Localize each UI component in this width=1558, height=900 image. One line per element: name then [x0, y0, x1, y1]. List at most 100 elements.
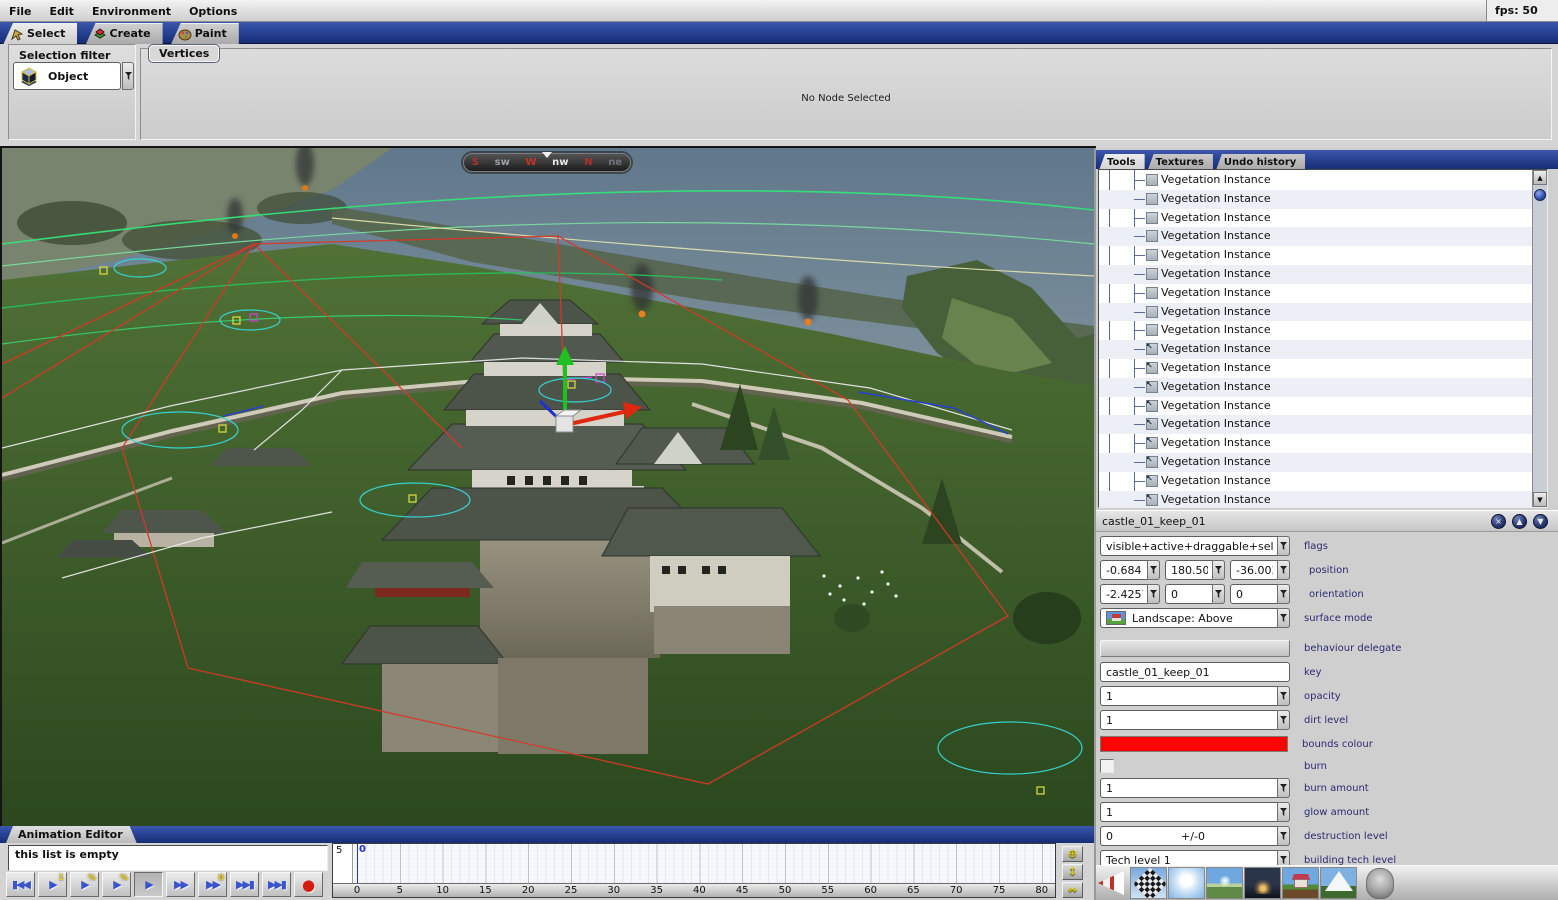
- close-node-button[interactable]: ×: [1491, 514, 1506, 529]
- animation-timeline[interactable]: 5 0 05101520253035404550556065707580: [332, 843, 1056, 898]
- record-button[interactable]: ●: [294, 872, 323, 897]
- tree-item-vegetation-instance[interactable]: Vegetation Instance: [1099, 227, 1532, 246]
- menu-file[interactable]: File: [0, 1, 41, 21]
- flags-dropdown[interactable]: visible+active+draggable+selectable-: [1100, 536, 1290, 556]
- tree-item-vegetation-instance[interactable]: ↖Vegetation Instance: [1099, 491, 1532, 508]
- dropdown-button[interactable]: [1277, 826, 1290, 846]
- tree-item-vegetation-instance[interactable]: Vegetation Instance: [1099, 171, 1532, 190]
- dropdown-button[interactable]: [1277, 686, 1290, 706]
- skip-to-start-button[interactable]: ▮◀◀: [6, 872, 35, 897]
- zoom-horizontal-button[interactable]: ↔: [1062, 882, 1083, 898]
- dropdown-button[interactable]: [1277, 560, 1290, 580]
- viewport-scene[interactable]: [2, 148, 1094, 826]
- play-once-button[interactable]: ▶1: [38, 872, 67, 897]
- compass-heading-bar[interactable]: SswWnwNne: [463, 153, 631, 172]
- tab-paint[interactable]: Paint: [171, 23, 239, 45]
- dropdown-button[interactable]: [1277, 710, 1290, 730]
- scroll-down-button[interactable]: ▼: [1533, 492, 1547, 507]
- menu-edit[interactable]: Edit: [41, 1, 83, 21]
- tree-item-vegetation-instance[interactable]: ↖Vegetation Instance: [1099, 472, 1532, 491]
- dropdown-button[interactable]: [1212, 560, 1225, 580]
- dropdown-button[interactable]: [1277, 584, 1290, 604]
- mountain-forest-thumb[interactable]: [1320, 867, 1357, 899]
- tree-item-vegetation-instance[interactable]: Vegetation Instance: [1099, 265, 1532, 284]
- fast-forward-zero-button[interactable]: ▶▶0: [198, 872, 227, 897]
- glow-amount-dropdown[interactable]: 1: [1100, 802, 1290, 822]
- tree-item-vegetation-instance[interactable]: ↖Vegetation Instance: [1099, 453, 1532, 472]
- menu-options[interactable]: Options: [180, 1, 246, 21]
- play-percent-button[interactable]: ▶%: [70, 872, 99, 897]
- fast-forward-button[interactable]: ▶▶: [166, 872, 195, 897]
- move-down-button[interactable]: ▼: [1533, 514, 1548, 529]
- selection-filter-combo[interactable]: Object: [13, 62, 121, 90]
- tree-item-vegetation-instance[interactable]: Vegetation Instance: [1099, 321, 1532, 340]
- play-button[interactable]: ▶: [134, 872, 163, 897]
- tab-select[interactable]: Select: [3, 23, 77, 45]
- orientation-y-field[interactable]: 0: [1165, 584, 1225, 604]
- field-horizon-thumb[interactable]: [1206, 867, 1243, 899]
- tab-select-label: Select: [27, 27, 65, 40]
- bounds-colour-swatch[interactable]: [1100, 736, 1288, 752]
- move-up-button[interactable]: ▲: [1512, 514, 1527, 529]
- dropdown-button[interactable]: [1277, 778, 1290, 798]
- timeline-cursor[interactable]: [357, 844, 358, 883]
- skip-to-end-2-button[interactable]: ▶▶▮: [262, 872, 291, 897]
- tree-item-vegetation-instance[interactable]: Vegetation Instance: [1099, 190, 1532, 209]
- tree-item-vegetation-instance[interactable]: ↖Vegetation Instance: [1099, 415, 1532, 434]
- glow-amount-value: 1: [1106, 806, 1113, 819]
- dropdown-button[interactable]: [1277, 802, 1290, 822]
- scroll-up-button[interactable]: ▲: [1533, 170, 1547, 185]
- surface-mode-dropdown[interactable]: Landscape: Above: [1100, 608, 1290, 628]
- night-sky-thumb[interactable]: [1244, 867, 1281, 899]
- scroll-thumb[interactable]: [1534, 189, 1546, 201]
- position-z-field[interactable]: -36.003: [1230, 560, 1290, 580]
- sun-sky-thumb[interactable]: [1168, 867, 1205, 899]
- tree-item-vegetation-instance[interactable]: Vegetation Instance: [1099, 303, 1532, 322]
- dropdown-button[interactable]: [1212, 584, 1225, 604]
- house-terrain-thumb[interactable]: [1282, 867, 1319, 899]
- dropdown-button[interactable]: [1147, 584, 1160, 604]
- tab-animation-editor[interactable]: Animation Editor: [6, 826, 137, 843]
- mode-tab-bar: Select Create Paint: [0, 22, 1558, 44]
- tree-item-vegetation-instance[interactable]: ↖Vegetation Instance: [1099, 359, 1532, 378]
- tree-item-vegetation-instance[interactable]: Vegetation Instance: [1099, 246, 1532, 265]
- tree-item-vegetation-instance[interactable]: Vegetation Instance: [1099, 284, 1532, 303]
- dropdown-button[interactable]: [1147, 560, 1160, 580]
- dropdown-button[interactable]: [1277, 536, 1290, 556]
- pan-timeline-button[interactable]: ⊕: [1062, 846, 1083, 862]
- skip-to-end-button[interactable]: ▶▶▮: [230, 872, 259, 897]
- tab-create[interactable]: Create: [86, 23, 163, 45]
- selection-filter-dropdown-button[interactable]: [122, 62, 134, 90]
- tree-item-vegetation-instance[interactable]: ↖Vegetation Instance: [1099, 434, 1532, 453]
- orientation-z-field[interactable]: 0: [1230, 584, 1290, 604]
- position-y-field[interactable]: 180.505: [1165, 560, 1225, 580]
- pointer-arrow-icon[interactable]: [1098, 870, 1124, 896]
- position-x-field[interactable]: -0.684: [1100, 560, 1160, 580]
- tree-item-vegetation-instance[interactable]: ↖Vegetation Instance: [1099, 340, 1532, 359]
- transport-badge: 0: [218, 873, 224, 882]
- destruction-level-dropdown[interactable]: 0 +/-0: [1100, 826, 1290, 846]
- menu-environment[interactable]: Environment: [83, 1, 180, 21]
- burn-amount-dropdown[interactable]: 1: [1100, 778, 1290, 798]
- timeline-grid[interactable]: [353, 844, 1055, 883]
- tree-item-vegetation-instance[interactable]: ↖Vegetation Instance: [1099, 397, 1532, 416]
- checker-sphere-thumb[interactable]: [1130, 867, 1167, 899]
- tree-item-label: Vegetation Instance: [1161, 229, 1271, 242]
- orientation-x-field[interactable]: -2.4257: [1100, 584, 1160, 604]
- behaviour-delegate-button[interactable]: [1100, 640, 1290, 657]
- timeline-ruler[interactable]: 05101520253035404550556065707580: [333, 883, 1055, 897]
- tree-item-vegetation-instance[interactable]: ↖Vegetation Instance: [1099, 378, 1532, 397]
- tree-item-vegetation-instance[interactable]: Vegetation Instance: [1099, 209, 1532, 228]
- vertices-tab[interactable]: Vertices: [149, 45, 219, 62]
- opacity-dropdown[interactable]: 1: [1100, 686, 1290, 706]
- animation-list[interactable]: this list is empty: [8, 845, 328, 871]
- burn-checkbox[interactable]: [1100, 759, 1114, 773]
- zoom-vertical-button[interactable]: ↕: [1062, 864, 1083, 880]
- tree-scrollbar[interactable]: ▲ ▼: [1532, 170, 1547, 507]
- dropdown-button[interactable]: [1277, 608, 1290, 628]
- viewport-3d[interactable]: SswWnwNne: [2, 148, 1094, 826]
- play-percent-2-button[interactable]: ▶%: [102, 872, 131, 897]
- dirt-level-dropdown[interactable]: 1: [1100, 710, 1290, 730]
- face-mask-icon[interactable]: [1366, 868, 1394, 899]
- key-field[interactable]: castle_01_keep_01: [1100, 662, 1290, 682]
